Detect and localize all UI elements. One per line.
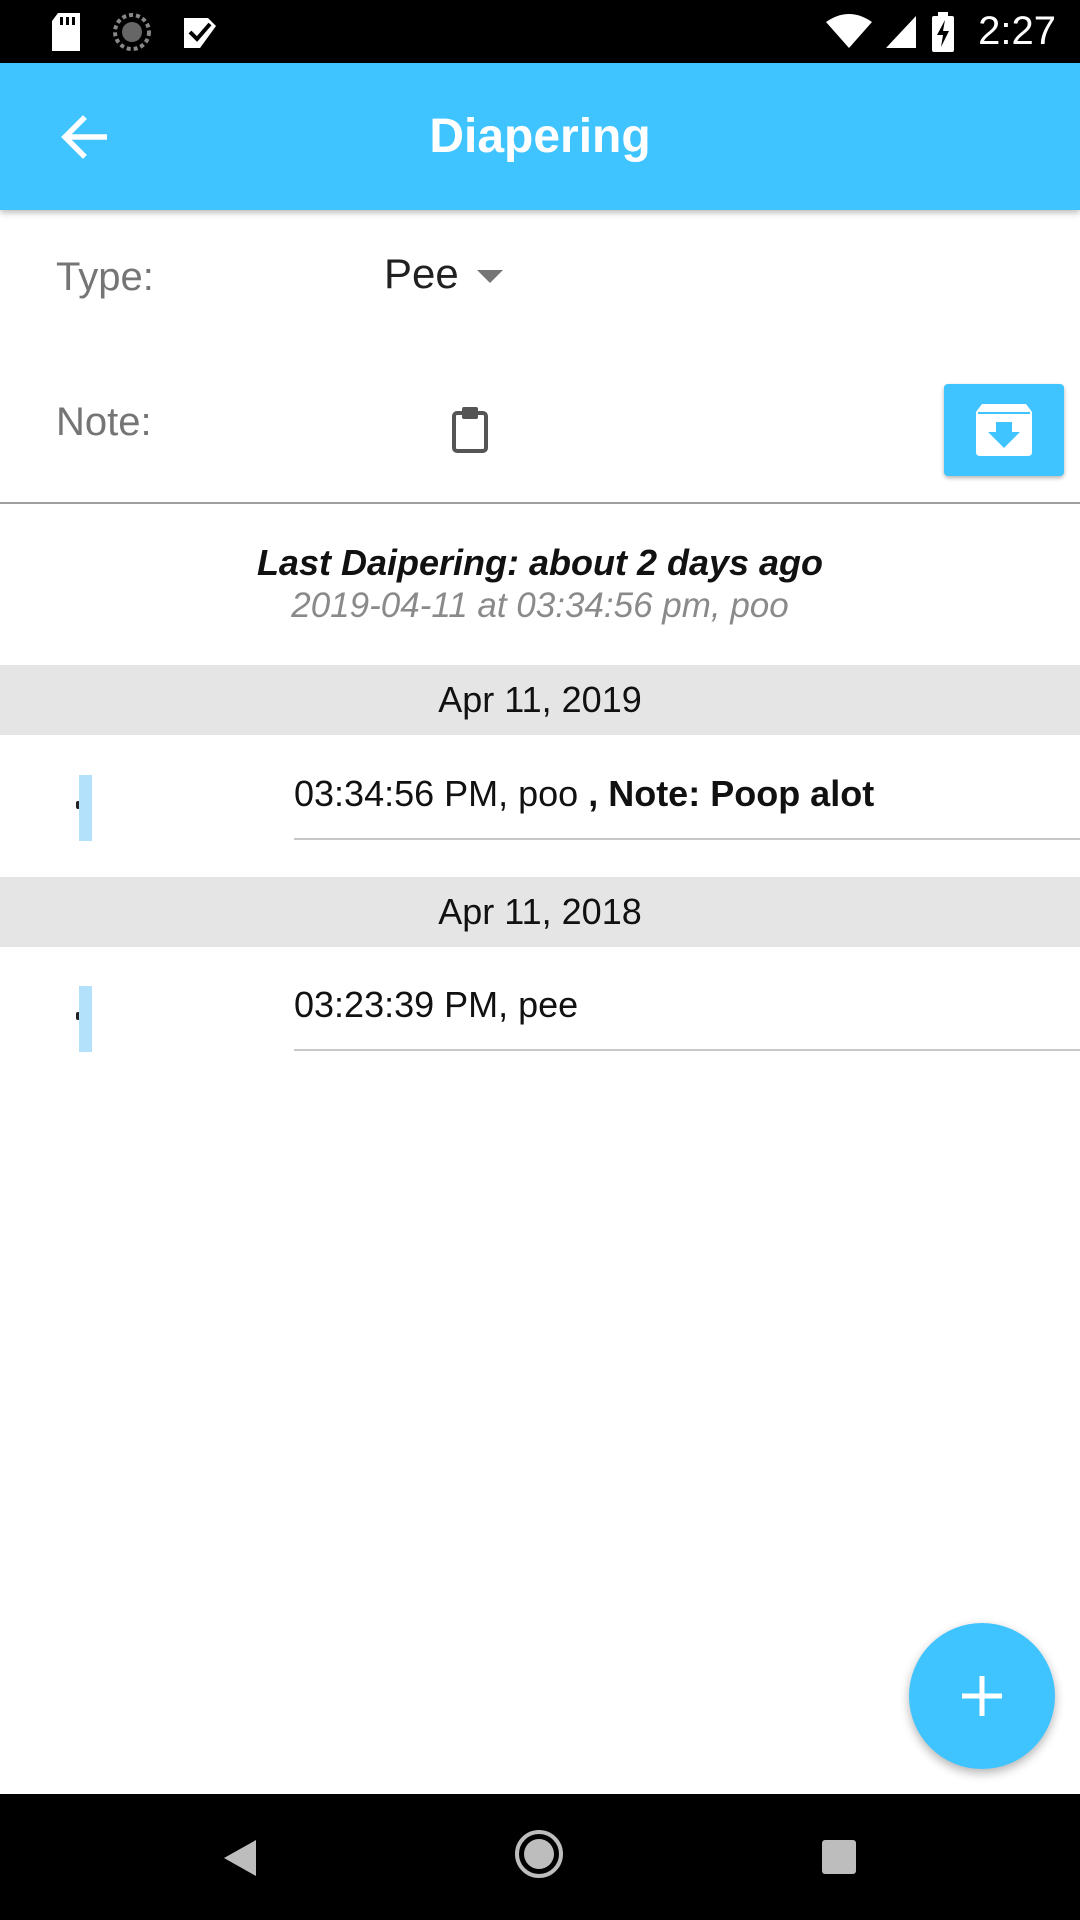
wifi-icon (826, 13, 873, 48)
type-label: Type: (56, 255, 154, 299)
sync-icon (113, 13, 151, 51)
arrow-back-icon (61, 115, 107, 159)
entry-text: 03:23:39 PM, pee (294, 984, 578, 1026)
entry-text: 03:34:56 PM, poo , Note: Poop alot (294, 773, 874, 815)
sd-card-icon (52, 13, 80, 51)
type-dropdown-value: Pee (384, 250, 459, 297)
list-item[interactable]: 03:23:39 PM, pee (0, 946, 1080, 1088)
clipboard-icon (452, 407, 488, 453)
date-group-header: Apr 11, 2019 (0, 665, 1080, 735)
save-button[interactable] (944, 384, 1064, 476)
date-group-header: Apr 11, 2018 (0, 877, 1080, 947)
nav-back-icon[interactable] (222, 1838, 258, 1878)
system-nav-bar (0, 1794, 1080, 1920)
note-label: Note: (56, 400, 152, 444)
nav-home-icon[interactable] (513, 1828, 565, 1880)
last-diapering-title: Last Daipering: about 2 days ago (256, 542, 824, 583)
type-dropdown[interactable]: Pee (384, 250, 503, 298)
archive-download-icon (976, 404, 1032, 456)
entry-note: , Note: Poop alot (578, 773, 875, 814)
signal-icon (886, 15, 917, 48)
entry-time-type: 03:34:56 PM, poo (294, 773, 579, 814)
timeline-marker (79, 986, 92, 1052)
battery-charging-icon (932, 11, 955, 52)
list-item[interactable]: 03:34:56 PM, poo , Note: Poop alot (0, 735, 1080, 877)
add-icon (962, 1676, 1002, 1716)
timeline-marker (79, 775, 92, 841)
status-bar: 2:27 (0, 0, 1080, 63)
last-diapering-subtitle: 2019-04-11 at 03:34:56 pm, poo (291, 586, 789, 625)
add-entry-fab[interactable] (909, 1623, 1055, 1769)
dropdown-arrow-icon (476, 269, 503, 283)
entry-divider (294, 1049, 1080, 1051)
back-button[interactable] (50, 103, 118, 171)
form-divider (0, 502, 1080, 504)
entry-divider (294, 838, 1080, 840)
status-time: 2:27 (978, 9, 1056, 53)
note-paste-button[interactable] (448, 405, 492, 453)
nav-recents-icon[interactable] (822, 1840, 856, 1874)
app-bar: Diapering (0, 63, 1080, 210)
page-title: Diapering (429, 110, 651, 163)
check-app-icon (184, 18, 216, 48)
entry-time-type: 03:23:39 PM, pee (294, 984, 579, 1025)
